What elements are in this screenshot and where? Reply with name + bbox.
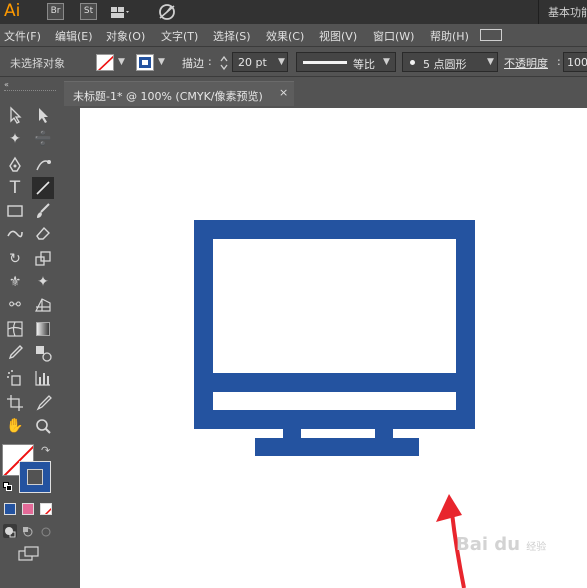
menu-file[interactable]: 文件(F) [4,28,41,44]
opacity-field[interactable]: 100% [563,52,587,72]
variable-width-profile[interactable]: 等比 ▼ [296,52,396,72]
paintbrush-tool-icon[interactable] [32,200,54,222]
artwork-svg [194,220,475,588]
stroke-proxy[interactable] [19,461,51,493]
workspace-bar-icon[interactable] [480,29,502,41]
stroke-label[interactable]: 描边 [182,55,204,71]
scale-tool-icon[interactable] [32,248,54,270]
stroke-stepper[interactable] [219,55,229,71]
panel-grip[interactable] [4,90,56,92]
selection-tool-icon[interactable] [4,104,26,126]
none-mode-icon[interactable] [40,503,52,515]
stroke-colon: : [208,55,212,68]
slice-tool-icon[interactable] [32,392,54,414]
menu-window[interactable]: 窗口(W) [373,28,414,44]
selection-status: 未选择对象 [10,57,65,70]
menu-object[interactable]: 对象(O) [106,28,145,44]
profile-line-icon [303,61,347,64]
workspace-divider [538,0,539,24]
menu-effect[interactable]: 效果(C) [266,28,304,44]
document-tab[interactable]: 未标题-1* @ 100% (CMYK/像素预览) × [64,81,294,106]
stroke-dropdown-chevron-icon[interactable]: ▼ [158,57,165,67]
eyedropper-tool-icon[interactable] [4,342,26,364]
fill-dropdown-chevron-icon[interactable]: ▼ [118,57,125,67]
menu-view[interactable]: 视图(V) [319,28,357,44]
puppet-warp-tool-icon[interactable]: ✦ [32,271,54,293]
gradient-mode-icon[interactable] [22,503,34,515]
opacity-value: 100% [567,56,587,69]
eraser-tool-icon[interactable] [32,222,54,244]
pen-tool-icon[interactable] [4,154,26,176]
menu-type[interactable]: 文字(T) [161,28,198,44]
draw-inside-icon[interactable] [39,524,53,538]
fill-swatch[interactable] [96,54,114,71]
control-bar: 未选择对象 ▼ ▼ 描边 : 20 pt ▼ 等比 ▼ 5 点圆形 ▼ 不透明度 [0,46,587,77]
stroke-weight-value: 20 pt [238,56,267,69]
line-segment-tool-icon[interactable] [32,177,54,199]
menu-edit[interactable]: 编辑(E) [55,28,93,44]
baidu-logo: Bai du [456,534,521,555]
column-graph-tool-icon[interactable] [32,367,54,389]
workspace-switcher[interactable]: 基本功能 [548,4,587,20]
baidu-watermark: Bai du 经验 [456,534,546,555]
color-mode-icon[interactable] [4,503,16,515]
arrange-documents-icon[interactable] [111,5,131,19]
rectangle-tool-icon[interactable] [4,200,26,222]
application-bar: Ai Br St 基本功能 [0,0,587,24]
opacity-label[interactable]: 不透明度 [504,55,548,71]
default-colors-icon[interactable] [3,482,13,492]
ai-logo: Ai [4,1,21,21]
menu-bar: 文件(F) 编辑(E) 对象(O) 文字(T) 选择(S) 效果(C) 视图(V… [0,24,587,46]
curvature-tool-icon[interactable] [32,154,54,176]
artboard-tool-icon[interactable] [4,392,26,414]
tools-panel: « ✦ ➗ T ↻ ⚜ ✦ ⚯ ✋ ↷ [0,78,60,588]
stroke-weight-field[interactable]: 20 pt ▼ [232,52,288,72]
lasso-tool-icon[interactable]: ➗ [32,128,54,150]
zoom-tool-icon[interactable] [32,415,54,437]
menu-select[interactable]: 选择(S) [213,28,251,44]
profile-chevron-icon[interactable]: ▼ [383,57,390,67]
panel-collapse-icon[interactable]: « [4,80,9,89]
warp-tool-icon[interactable]: ⚜ [4,271,26,293]
direct-selection-tool-icon[interactable] [32,104,54,126]
illustrator-window: Ai Br St 基本功能 文件(F) 编辑(E) 对象(O) 文字(T) 选择… [0,0,587,588]
stroke-swatch[interactable] [136,54,154,71]
brush-chevron-icon[interactable]: ▼ [487,57,494,67]
gpu-performance-icon[interactable] [157,3,177,21]
document-area: 未标题-1* @ 100% (CMYK/像素预览) × [64,78,587,588]
perspective-grid-tool-icon[interactable] [32,294,54,316]
rotate-tool-icon[interactable]: ↻ [4,248,26,270]
symbol-sprayer-tool-icon[interactable] [4,367,26,389]
stroke-weight-chevron-icon[interactable]: ▼ [278,57,285,67]
blend-tool-icon[interactable] [32,342,54,364]
hand-tool-icon[interactable]: ✋ [4,415,26,437]
bridge-button[interactable]: Br [47,3,64,20]
brush-definition[interactable]: 5 点圆形 ▼ [402,52,498,72]
stock-button[interactable]: St [80,3,97,20]
mesh-tool-icon[interactable] [4,318,26,340]
shape-builder-tool-icon[interactable]: ⚯ [4,294,26,316]
monitor-neck-bar[interactable] [283,420,393,426]
artboard[interactable] [80,108,587,588]
close-tab-icon[interactable]: × [279,86,288,99]
brush-label: 5 点圆形 [423,58,467,71]
magic-wand-tool-icon[interactable]: ✦ [4,128,26,150]
type-tool-icon[interactable]: T [4,177,26,199]
swap-fill-stroke-icon[interactable]: ↷ [41,444,50,457]
monitor-screen-divider[interactable] [194,373,475,392]
screen-mode-icon[interactable] [18,546,40,562]
draw-behind-icon[interactable] [21,524,35,538]
draw-normal-icon[interactable] [3,524,17,538]
gradient-tool-icon[interactable] [32,318,54,340]
baidu-jingyan: 经验 [526,542,547,553]
monitor-stand-base[interactable] [255,438,419,456]
monitor-icon[interactable] [194,220,475,457]
profile-label: 等比 [353,58,375,71]
opacity-colon: : [557,55,561,68]
menu-help[interactable]: 帮助(H) [430,28,469,44]
brush-dot-icon [410,60,415,65]
document-tab-label: 未标题-1* @ 100% (CMYK/像素预览) [73,90,263,103]
shaper-tool-icon[interactable] [4,222,26,244]
